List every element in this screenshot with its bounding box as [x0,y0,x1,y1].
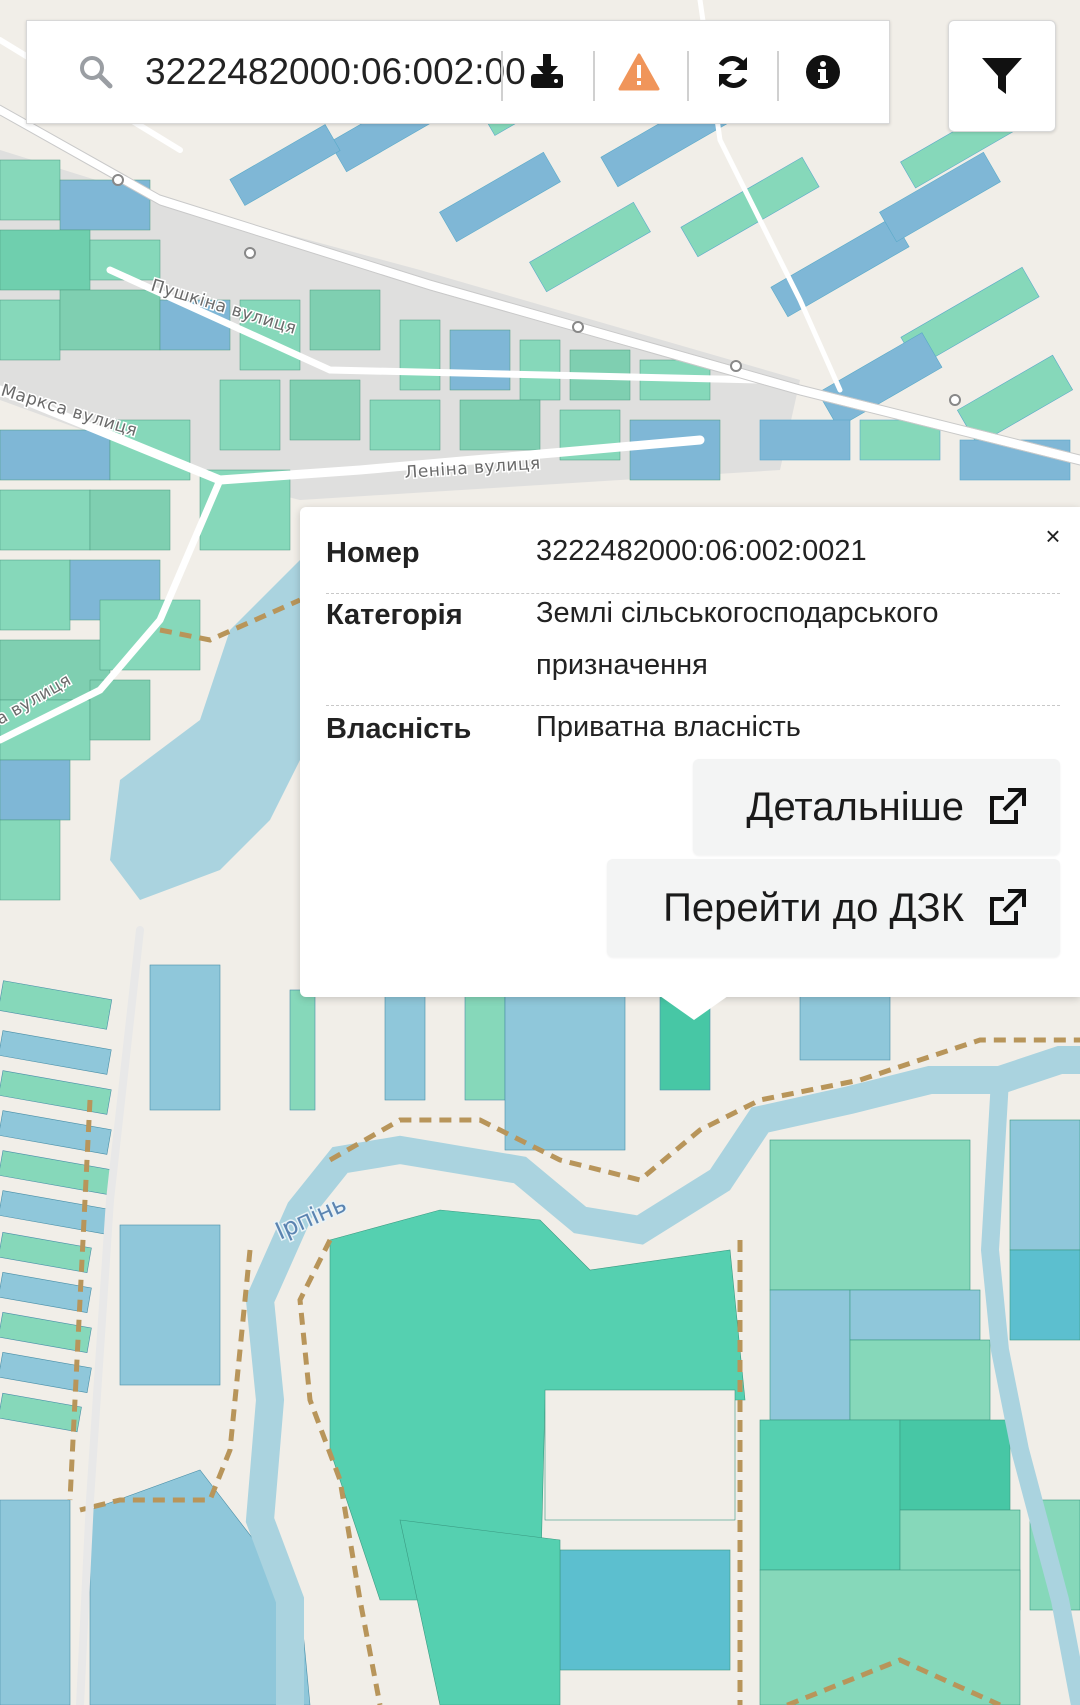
dzk-button[interactable]: Перейти до ДЗК [607,859,1060,957]
ownership-type: Приватна власність [536,711,801,743]
info-key: Категорія [326,599,463,631]
warning-button[interactable] [599,43,679,101]
refresh-button[interactable] [693,43,773,101]
toolbar-separator [501,51,503,101]
info-icon [806,55,840,89]
details-button-label: Детальніше [746,784,964,829]
land-category: Землі сільськогосподарського призначення [536,597,939,681]
download-icon [531,54,563,88]
details-button[interactable]: Детальніше [693,759,1060,855]
search-input[interactable] [145,45,525,99]
external-link-icon [990,889,1026,925]
search-icon [80,56,113,89]
toolbar-separator [593,51,595,101]
search-bar [26,20,890,124]
warning-icon [618,53,660,91]
cadastral-number: 3222482000:06:002:0021 [536,535,867,567]
info-row-ownership: Власність Приватна власність [326,711,1060,763]
toolbar-separator [777,51,779,101]
info-key: Власність [326,713,472,745]
info-row-category: Категорія Землі сільськогосподарського п… [326,597,1060,706]
popup-pointer [660,996,728,1020]
download-button[interactable] [507,43,587,101]
info-key: Номер [326,537,420,569]
dzk-button-label: Перейти до ДЗК [663,885,964,930]
filter-icon [982,58,1022,94]
info-button[interactable] [783,43,863,101]
refresh-icon [718,56,748,88]
parcel-info-popup: × Номер 3222482000:06:002:0021 Категорія… [300,507,1080,997]
info-row-number: Номер 3222482000:06:002:0021 [326,535,1060,594]
toolbar-separator [687,51,689,101]
filter-button[interactable] [948,20,1056,132]
external-link-icon [990,788,1026,824]
